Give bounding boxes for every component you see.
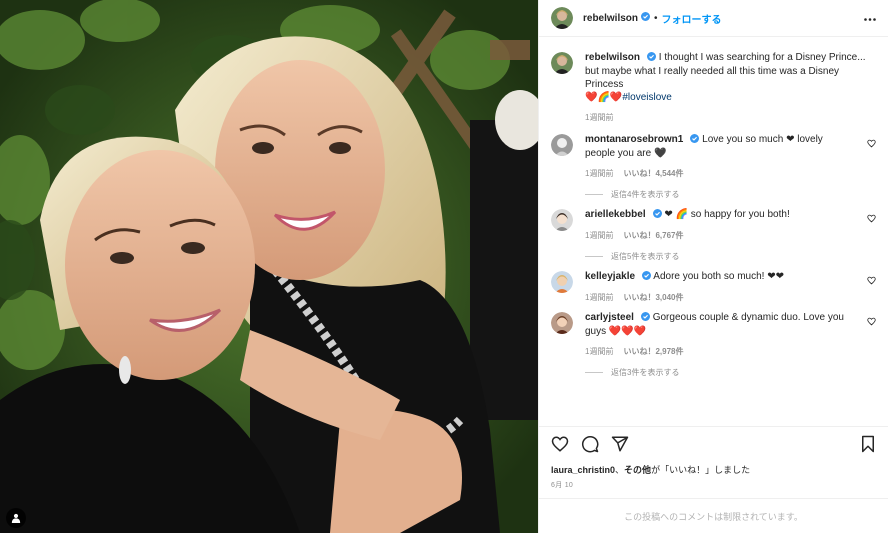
heart-icon[interactable] bbox=[867, 139, 876, 151]
comment-text: ❤ 🌈 so happy for you both! bbox=[664, 209, 790, 220]
comment-icon[interactable] bbox=[581, 435, 599, 453]
comment-likes[interactable]: いいね！4,544件 bbox=[623, 168, 683, 179]
view-replies-label: 返信5件を表示する bbox=[611, 252, 680, 261]
view-replies-button[interactable]: 返信4件を表示する bbox=[585, 189, 854, 200]
avatar[interactable] bbox=[551, 7, 573, 29]
avatar[interactable] bbox=[551, 134, 573, 156]
caption-username[interactable]: rebelwilson bbox=[585, 52, 640, 63]
caption-emoji: ❤️🌈❤️ bbox=[585, 92, 623, 103]
comment-text: Adore you both so much! ❤❤ bbox=[653, 271, 784, 282]
comments-restricted-notice: この投稿へのコメントは制限されています。 bbox=[539, 498, 888, 533]
caption-time[interactable]: 1週間前 bbox=[585, 112, 613, 123]
replies-divider bbox=[585, 256, 603, 257]
avatar[interactable] bbox=[551, 312, 573, 334]
comment-likes[interactable]: いいね！3,040件 bbox=[623, 292, 683, 303]
verified-badge-icon bbox=[641, 12, 651, 24]
hashtag-link[interactable]: #loveislove bbox=[622, 92, 671, 103]
post-header: rebelwilson • フォローする bbox=[539, 0, 888, 37]
comments-list[interactable]: rebelwilson I thought I was searching fo… bbox=[539, 37, 888, 426]
post-image bbox=[0, 0, 538, 533]
view-replies-button[interactable]: 返信5件を表示する bbox=[585, 251, 854, 262]
comment-item: kelleyjakle Adore you both so much! ❤❤ 1… bbox=[551, 270, 876, 303]
post-sidebar: rebelwilson • フォローする rebelwilson I thoug… bbox=[538, 0, 888, 533]
avatar[interactable] bbox=[551, 271, 573, 293]
heart-icon[interactable] bbox=[867, 317, 876, 329]
verified-badge-icon bbox=[640, 312, 650, 325]
comment-time[interactable]: 1週間前 bbox=[585, 230, 613, 241]
author-username[interactable]: rebelwilson bbox=[583, 13, 638, 24]
replies-divider bbox=[585, 372, 603, 373]
heart-icon[interactable] bbox=[551, 435, 569, 453]
liked-by-user[interactable]: laura_christin0 bbox=[551, 465, 615, 475]
follow-button[interactable]: フォローする bbox=[662, 11, 722, 26]
post-caption: rebelwilson I thought I was searching fo… bbox=[551, 51, 876, 123]
comment-username[interactable]: carlyjsteel bbox=[585, 312, 634, 323]
comment-item: montanarosebrown1 Love you so much ❤ lov… bbox=[551, 133, 876, 200]
comment-username[interactable]: kelleyjakle bbox=[585, 271, 635, 282]
comment-item: carlyjsteel Gorgeous couple & dynamic du… bbox=[551, 311, 876, 378]
heart-icon[interactable] bbox=[867, 214, 876, 226]
verified-badge-icon bbox=[690, 134, 700, 147]
liked-by-others[interactable]: その他 bbox=[624, 465, 651, 475]
verified-badge-icon bbox=[647, 52, 657, 65]
comment-username[interactable]: montanarosebrown1 bbox=[585, 134, 683, 145]
liked-by-sep: 、 bbox=[615, 465, 625, 475]
comment-likes[interactable]: いいね！6,767件 bbox=[623, 230, 683, 241]
liked-by-line: laura_christin0、その他が「いいね！」しました bbox=[539, 461, 888, 476]
replies-divider bbox=[585, 194, 603, 195]
more-icon[interactable] bbox=[860, 13, 876, 24]
share-icon[interactable] bbox=[611, 435, 629, 453]
comment-item: ariellekebbel ❤ 🌈 so happy for you both!… bbox=[551, 208, 876, 262]
separator-dot: • bbox=[654, 12, 658, 24]
verified-badge-icon bbox=[642, 271, 652, 284]
liked-by-suffix: が「いいね！」しました bbox=[651, 465, 751, 475]
bookmark-icon[interactable] bbox=[860, 435, 876, 453]
user-tag-button[interactable] bbox=[6, 508, 26, 528]
comment-time[interactable]: 1週間前 bbox=[585, 292, 613, 303]
comment-likes[interactable]: いいね！2,978件 bbox=[623, 346, 683, 357]
comment-username[interactable]: ariellekebbel bbox=[585, 209, 646, 220]
avatar[interactable] bbox=[551, 52, 573, 74]
post-photo[interactable] bbox=[0, 0, 538, 533]
view-replies-label: 返信4件を表示する bbox=[611, 190, 680, 199]
post-actions bbox=[539, 426, 888, 461]
comment-time[interactable]: 1週間前 bbox=[585, 168, 613, 179]
view-replies-button[interactable]: 返信3件を表示する bbox=[585, 367, 854, 378]
post-date[interactable]: 6月 10 bbox=[539, 476, 888, 498]
verified-badge-icon bbox=[652, 209, 662, 222]
user-tag-icon bbox=[11, 513, 21, 523]
avatar[interactable] bbox=[551, 209, 573, 231]
comment-time[interactable]: 1週間前 bbox=[585, 346, 613, 357]
view-replies-label: 返信3件を表示する bbox=[611, 368, 680, 377]
heart-icon[interactable] bbox=[867, 276, 876, 288]
